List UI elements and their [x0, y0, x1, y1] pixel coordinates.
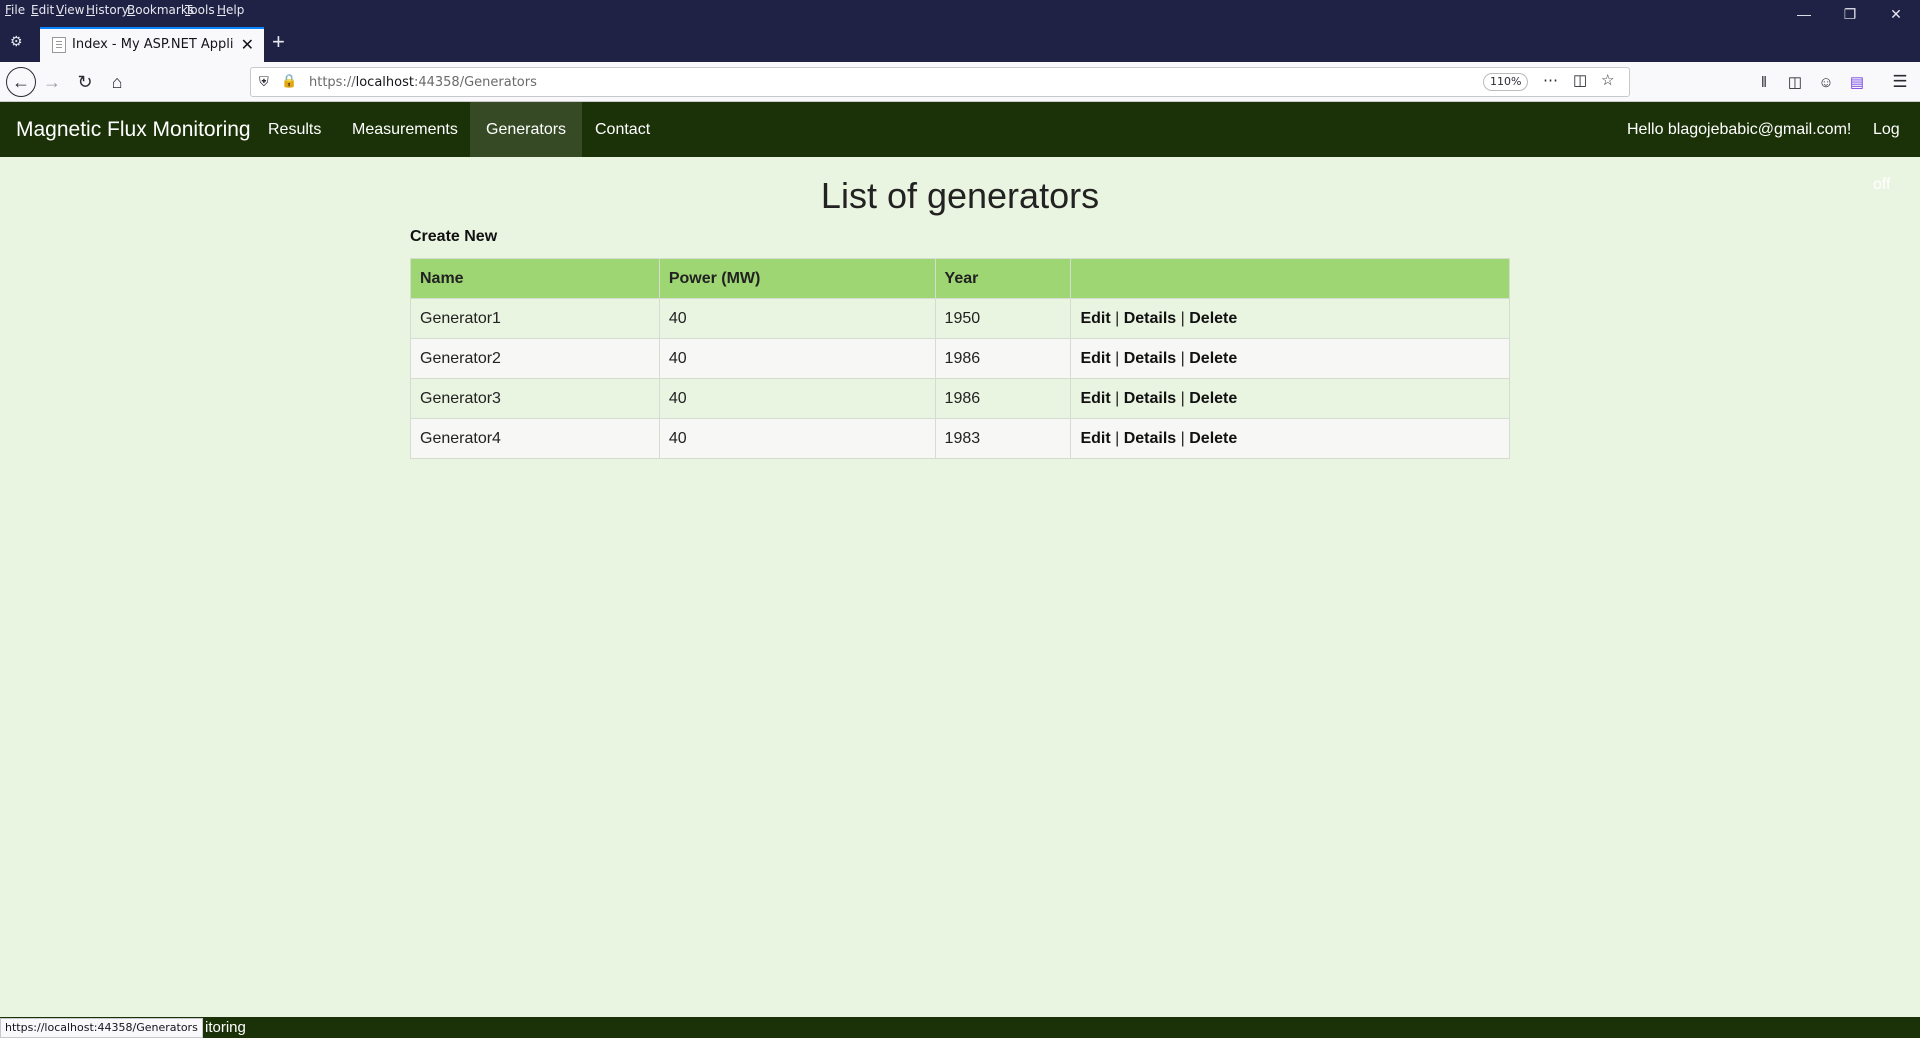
table-row: Generator2 40 1986 Edit | Details | Dele… — [410, 338, 1510, 379]
cell-actions: Edit | Details | Delete — [1070, 418, 1510, 459]
nav-contact[interactable]: Contact — [579, 102, 666, 157]
separator: | — [1115, 349, 1120, 367]
status-url-tooltip: https://localhost:44358/Generators — [0, 1018, 203, 1038]
cell-actions: Edit | Details | Delete — [1070, 338, 1510, 379]
nav-measurements[interactable]: Measurements — [336, 102, 474, 157]
cell-power: 40 — [658, 418, 936, 459]
separator: | — [1180, 349, 1185, 367]
menu-bookmarks[interactable]: Bookmarks — [127, 3, 194, 17]
column-header-name: Name — [410, 258, 660, 299]
page-icon — [52, 37, 66, 53]
menu-file[interactable]: File — [5, 3, 25, 17]
cell-power: 40 — [658, 378, 936, 419]
site-footer: itoring — [0, 1017, 1920, 1038]
account-icon[interactable]: ☺ — [1812, 68, 1840, 96]
site-navbar: Magnetic Flux Monitoring Results Measure… — [0, 102, 1920, 193]
separator: | — [1115, 389, 1120, 407]
cell-year: 1983 — [934, 418, 1072, 459]
zoom-level[interactable]: 110% — [1483, 73, 1529, 91]
shield-icon[interactable]: ⛨ — [259, 74, 273, 90]
reload-icon[interactable]: ↻ — [71, 68, 99, 96]
pocket-icon[interactable]: ◫ — [1573, 71, 1587, 89]
separator: | — [1115, 309, 1120, 327]
menu-help[interactable]: Help — [217, 3, 244, 17]
details-link[interactable]: Details — [1124, 430, 1176, 447]
delete-link[interactable]: Delete — [1189, 430, 1237, 447]
tab-strip: ⚙ Index - My ASP.NET Application ✕ + — [0, 20, 1920, 62]
cell-year: 1986 — [934, 338, 1072, 379]
delete-link[interactable]: Delete — [1189, 350, 1237, 367]
new-tab-icon[interactable]: + — [272, 31, 285, 53]
column-header-actions — [1070, 258, 1510, 299]
cell-power: 40 — [658, 338, 936, 379]
nav-results[interactable]: Results — [252, 102, 337, 157]
cell-power: 40 — [658, 298, 936, 339]
more-actions-icon[interactable]: ⋯ — [1543, 71, 1558, 89]
cell-year: 1986 — [934, 378, 1072, 419]
cell-year: 1950 — [934, 298, 1072, 339]
details-link[interactable]: Details — [1124, 390, 1176, 407]
delete-link[interactable]: Delete — [1189, 390, 1237, 407]
menu-history[interactable]: History — [86, 3, 129, 17]
separator: | — [1180, 429, 1185, 447]
edit-link[interactable]: Edit — [1080, 430, 1110, 447]
column-header-power: Power (MW) — [658, 258, 936, 299]
separator: | — [1115, 429, 1120, 447]
table-header-row: Name Power (MW) Year — [410, 258, 1510, 299]
separator: | — [1180, 309, 1185, 327]
forward-arrow-icon[interactable]: → — [38, 68, 66, 96]
home-icon[interactable]: ⌂ — [103, 68, 131, 96]
url-bar[interactable]: ⛨ 🔒 https://localhost:44358/Generators 1… — [250, 67, 1630, 97]
tab-title: Index - My ASP.NET Application — [72, 37, 234, 52]
browser-tab[interactable]: Index - My ASP.NET Application ✕ — [40, 27, 264, 62]
page-title: List of generators — [820, 175, 1100, 216]
table-row: Generator1 40 1950 Edit | Details | Dele… — [410, 298, 1510, 339]
column-header-year: Year — [934, 258, 1072, 299]
browser-toolbar: ← → ↻ ⌂ ⛨ 🔒 https://localhost:44358/Gene… — [0, 62, 1920, 102]
lock-warning-icon[interactable]: 🔒 — [281, 73, 297, 89]
details-link[interactable]: Details — [1124, 310, 1176, 327]
separator: | — [1180, 389, 1185, 407]
edit-link[interactable]: Edit — [1080, 350, 1110, 367]
table-row: Generator3 40 1986 Edit | Details | Dele… — [410, 378, 1510, 419]
cell-name: Generator4 — [410, 418, 660, 459]
hamburger-menu-icon[interactable]: ☰ — [1886, 68, 1914, 96]
table-row: Generator4 40 1983 Edit | Details | Dele… — [410, 418, 1510, 459]
details-link[interactable]: Details — [1124, 350, 1176, 367]
close-icon[interactable]: ✕ — [241, 35, 254, 55]
user-greeting[interactable]: Hello blagojebabic@gmail.com! — [1611, 102, 1867, 157]
logoff-link[interactable]: Log off — [1857, 102, 1920, 193]
back-arrow-icon[interactable]: ← — [6, 67, 36, 97]
cell-actions: Edit | Details | Delete — [1070, 378, 1510, 419]
cell-name: Generator3 — [410, 378, 660, 419]
cell-name: Generator1 — [410, 298, 660, 339]
edit-link[interactable]: Edit — [1080, 310, 1110, 327]
create-new-link[interactable]: Create New — [410, 228, 497, 246]
menu-view[interactable]: View — [56, 3, 84, 17]
footer-text: itoring — [205, 1019, 246, 1036]
menu-edit[interactable]: Edit — [31, 3, 54, 17]
extension-icon[interactable]: ▤ — [1843, 68, 1871, 96]
nav-generators[interactable]: Generators — [470, 102, 583, 157]
library-icon[interactable]: ‖ — [1750, 68, 1778, 96]
bookmark-star-icon[interactable]: ☆ — [1601, 71, 1614, 89]
sidebar-icon[interactable]: ◫ — [1781, 68, 1809, 96]
site-brand[interactable]: Magnetic Flux Monitoring — [16, 118, 251, 142]
generators-table: Name Power (MW) Year Generator1 40 1950 … — [410, 258, 1510, 459]
firefox-view-icon[interactable]: ⚙ — [10, 33, 30, 51]
browser-menubar: File Edit View History Bookmarks Tools H… — [0, 0, 1920, 20]
menu-tools[interactable]: Tools — [185, 3, 215, 17]
url-text[interactable]: https://localhost:44358/Generators — [309, 75, 537, 90]
cell-actions: Edit | Details | Delete — [1070, 298, 1510, 339]
delete-link[interactable]: Delete — [1189, 310, 1237, 327]
cell-name: Generator2 — [410, 338, 660, 379]
edit-link[interactable]: Edit — [1080, 390, 1110, 407]
